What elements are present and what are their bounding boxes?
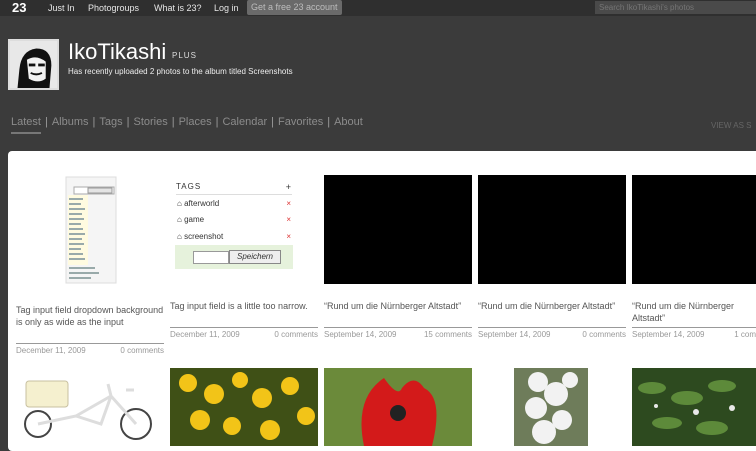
tag-item: ⌂ screenshot bbox=[177, 232, 224, 241]
photo-thumbnail[interactable] bbox=[16, 175, 164, 285]
tab-tags[interactable]: Tags bbox=[99, 116, 122, 128]
tab-separator: | bbox=[327, 116, 331, 128]
photo-thumbnail[interactable] bbox=[324, 175, 472, 284]
tab-separator: | bbox=[271, 116, 274, 128]
nav-log-in[interactable]: Log in bbox=[214, 3, 239, 13]
photo-comments[interactable]: 0 comments bbox=[274, 330, 318, 339]
photo-meta: September 14, 2009 15 comments bbox=[324, 327, 472, 339]
tab-separator: | bbox=[171, 116, 175, 128]
photo-meta: December 11, 2009 0 comments bbox=[16, 343, 164, 355]
tag-name: afterworld bbox=[184, 199, 220, 208]
photo-caption[interactable]: “Rund um die Nürnberger Altstadt” bbox=[632, 300, 756, 324]
photo-comments[interactable]: 0 comments bbox=[582, 330, 626, 339]
tab-stories[interactable]: Stories bbox=[133, 116, 167, 128]
profile-name[interactable]: IkoTikashi bbox=[68, 39, 166, 65]
photo-date[interactable]: December 11, 2009 bbox=[16, 346, 86, 355]
cargo-bike-image bbox=[16, 366, 164, 446]
photo-meta: September 14, 2009 0 comments bbox=[478, 327, 626, 339]
profile-tabs: Latest | Albums | Tags | Stories | Places | Calend… bbox=[11, 116, 363, 134]
photo-date[interactable]: September 14, 2009 bbox=[324, 330, 397, 339]
tab-separator: | bbox=[126, 116, 130, 128]
tab-separator: | bbox=[92, 116, 96, 128]
photo-thumbnail[interactable] bbox=[478, 175, 626, 284]
profile-status: Has recently uploaded 2 photos to the al… bbox=[68, 67, 293, 76]
yellow-flowers-image bbox=[170, 368, 318, 446]
nav-just-in[interactable]: Just In bbox=[48, 3, 75, 13]
tag-name: game bbox=[184, 215, 205, 224]
nav-what-is-23[interactable]: What is 23? bbox=[154, 3, 202, 13]
photo-caption[interactable]: “Rund um die Nürnberger Altstadt” bbox=[324, 300, 472, 312]
tab-separator: | bbox=[44, 116, 48, 128]
view-as-link[interactable]: VIEW AS S bbox=[711, 121, 751, 130]
photo-grid: Tag input field dropdown background is o… bbox=[8, 151, 756, 451]
logo[interactable]: 23 bbox=[12, 0, 26, 15]
photo-thumbnail[interactable] bbox=[478, 368, 626, 446]
tab-albums[interactable]: Albums bbox=[52, 116, 89, 128]
tab-calendar[interactable]: Calendar bbox=[222, 116, 267, 128]
photo-thumbnail[interactable] bbox=[632, 368, 756, 446]
tab-about[interactable]: About bbox=[334, 116, 363, 128]
remove-tag-icon: × bbox=[286, 199, 291, 208]
photo-meta: September 14, 2009 1 com bbox=[632, 327, 756, 339]
tag-input-row: Speichern bbox=[175, 245, 293, 269]
photo-thumbnail[interactable] bbox=[324, 368, 472, 446]
tab-latest[interactable]: Latest bbox=[11, 116, 41, 134]
red-tulip-image bbox=[324, 368, 472, 446]
top-bar: 23 Just In Photogroups What is 23? Log i… bbox=[0, 0, 756, 16]
nav-photogroups[interactable]: Photogroups bbox=[88, 3, 139, 13]
photo-caption[interactable]: Tag input field dropdown background is o… bbox=[16, 304, 164, 328]
photo-date[interactable]: December 11, 2009 bbox=[170, 330, 240, 339]
photo-thumbnail[interactable] bbox=[632, 175, 756, 284]
photo-thumbnail[interactable]: TAGS + ⌂ afterworld × ⌂ game × ⌂ screens… bbox=[170, 175, 318, 285]
avatar[interactable] bbox=[8, 39, 59, 90]
tag-item: ⌂ game bbox=[177, 215, 205, 224]
photo-date[interactable]: September 14, 2009 bbox=[478, 330, 551, 339]
tab-favorites[interactable]: Favorites bbox=[278, 116, 323, 128]
photo-meta: December 11, 2009 0 comments bbox=[170, 327, 318, 339]
tab-places[interactable]: Places bbox=[179, 116, 212, 128]
plus-icon: + bbox=[285, 182, 291, 192]
white-flowers-image bbox=[478, 368, 626, 446]
tag-item: ⌂ afterworld bbox=[177, 199, 220, 208]
tag-name: screenshot bbox=[184, 232, 224, 241]
photo-date[interactable]: September 14, 2009 bbox=[632, 330, 705, 339]
photo-comments[interactable]: 15 comments bbox=[424, 330, 472, 339]
photo-comments[interactable]: 0 comments bbox=[120, 346, 164, 355]
avatar-portrait-icon bbox=[10, 41, 57, 88]
signup-button[interactable]: Get a free 23 account bbox=[247, 0, 342, 15]
search-input[interactable] bbox=[595, 1, 756, 14]
photo-comments[interactable]: 1 com bbox=[734, 330, 756, 339]
plan-badge: PLUS bbox=[172, 51, 197, 60]
photo-caption[interactable]: Tag input field is a little too narrow. bbox=[170, 300, 318, 312]
tags-widget-title: TAGS bbox=[176, 182, 292, 195]
tags-widget-image: TAGS + ⌂ afterworld × ⌂ game × ⌂ screens… bbox=[175, 181, 293, 277]
tab-separator: | bbox=[215, 116, 219, 128]
remove-tag-icon: × bbox=[286, 232, 291, 241]
photo-thumbnail[interactable] bbox=[170, 368, 318, 446]
dropdown-screenshot-image bbox=[16, 175, 164, 285]
green-leaves-image bbox=[632, 368, 756, 446]
save-tag-button: Speichern bbox=[229, 250, 281, 264]
photo-thumbnail[interactable] bbox=[16, 366, 164, 446]
photo-caption[interactable]: “Rund um die Nürnberger Altstadt” bbox=[478, 300, 626, 312]
tag-input-field bbox=[193, 251, 229, 264]
remove-tag-icon: × bbox=[286, 215, 291, 224]
